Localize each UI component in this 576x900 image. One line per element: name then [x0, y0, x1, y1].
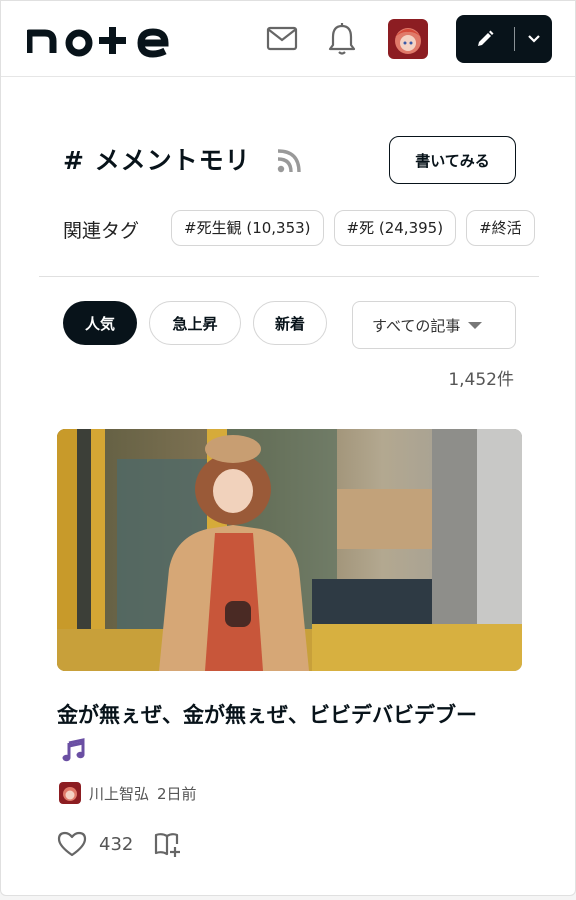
write-button[interactable]: 書いてみる	[389, 136, 516, 184]
filter-label: すべての記事	[372, 316, 461, 335]
note-logo[interactable]: note	[27, 21, 177, 61]
related-tags: 関連タグ #死生観 (10,353) #死 (24,395) #終活	[63, 207, 539, 251]
divider	[39, 276, 539, 277]
page: note	[0, 0, 576, 896]
top-header: note	[1, 1, 575, 77]
article-thumbnail[interactable]	[57, 429, 522, 671]
post-time: 2日前	[157, 784, 197, 803]
tag-chip-list: #死生観 (10,353) #死 (24,395) #終活	[171, 210, 535, 246]
rss-icon[interactable]	[275, 147, 303, 175]
article-count: 1,452件	[448, 370, 514, 390]
sort-popular-tab[interactable]: 人気	[63, 301, 137, 345]
caret-down-icon	[468, 321, 483, 329]
tag-chip[interactable]: #死 (24,395)	[333, 210, 457, 246]
mail-icon[interactable]	[264, 23, 300, 55]
heart-icon[interactable]	[57, 830, 87, 858]
author-name[interactable]: 川上智弘	[89, 783, 149, 804]
related-tags-label: 関連タグ	[63, 220, 140, 242]
author-avatar[interactable]	[59, 782, 81, 804]
article-filter-select[interactable]: すべての記事	[352, 301, 516, 349]
article-title[interactable]: 金が無ぇぜ、金が無ぇぜ、ビビデバビデブー	[57, 697, 527, 733]
tag-chip[interactable]: #終活	[466, 210, 535, 246]
music-note-icon	[62, 738, 85, 762]
sort-trending-tab[interactable]: 急上昇	[149, 301, 241, 345]
avatar[interactable]	[388, 19, 428, 59]
reaction-row: 432	[57, 829, 183, 859]
chevron-down-icon[interactable]	[515, 15, 552, 63]
pencil-icon[interactable]	[456, 15, 514, 63]
tag-chip[interactable]: #死生観 (10,353)	[171, 210, 324, 246]
tag-title: # メメントモリ	[63, 146, 251, 175]
post-button[interactable]	[456, 15, 552, 63]
author-row[interactable]: 川上智弘 2日前	[59, 781, 197, 805]
like-count: 432	[99, 833, 134, 855]
bell-icon[interactable]	[326, 21, 358, 57]
sort-new-tab[interactable]: 新着	[253, 301, 327, 345]
add-to-magazine-icon[interactable]	[153, 829, 183, 859]
